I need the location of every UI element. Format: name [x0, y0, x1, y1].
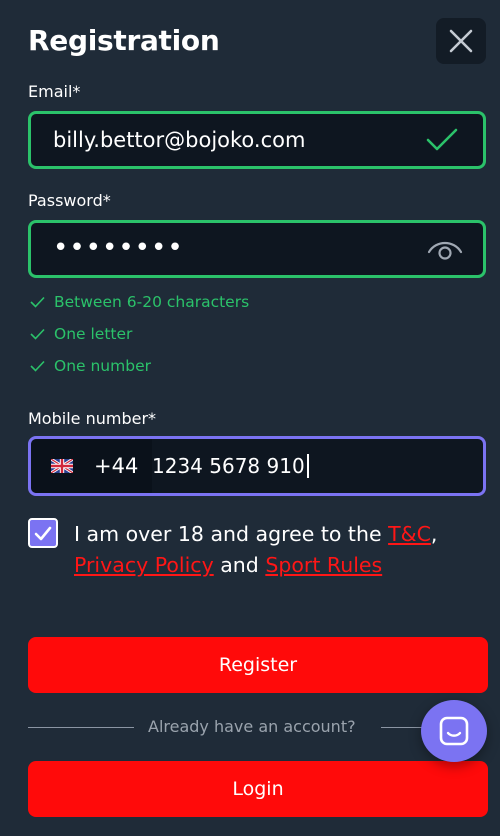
tc-link[interactable]: T&C	[388, 522, 431, 546]
close-button[interactable]	[436, 18, 486, 64]
chat-button[interactable]	[421, 700, 487, 762]
password-rule-letter: One letter	[30, 325, 132, 343]
password-rule-number: One number	[30, 357, 151, 375]
mobile-field[interactable]: +44 1234 5678 910	[28, 436, 486, 496]
password-label: Password*	[28, 191, 111, 210]
close-icon	[449, 29, 473, 53]
check-icon	[30, 296, 45, 308]
rule-text: Between 6-20 characters	[54, 293, 250, 311]
email-field[interactable]: billy.bettor@bojoko.com	[28, 111, 486, 169]
check-icon	[30, 360, 45, 372]
page-title: Registration	[28, 24, 220, 57]
uk-flag-icon	[51, 459, 73, 473]
agreement-text: I am over 18 and agree to the T&C, Priva…	[74, 519, 484, 581]
privacy-policy-link[interactable]: Privacy Policy	[74, 553, 214, 577]
chat-icon	[439, 716, 469, 746]
email-value: billy.bettor@bojoko.com	[53, 128, 306, 152]
login-button[interactable]: Login	[28, 761, 488, 817]
check-icon	[34, 526, 52, 540]
phone-input[interactable]: 1234 5678 910	[152, 454, 309, 478]
dial-code: +44	[94, 454, 139, 478]
rule-text: One letter	[54, 325, 133, 343]
country-selector[interactable]: +44	[31, 439, 152, 493]
divider-line-left	[28, 727, 134, 728]
agreement-text-before: I am over 18 and agree to the	[74, 522, 389, 546]
register-button[interactable]: Register	[28, 637, 488, 693]
agree-checkbox[interactable]	[28, 518, 58, 548]
password-field[interactable]: ••••••••	[28, 220, 486, 278]
agreement-and: and	[213, 553, 266, 577]
sport-rules-link[interactable]: Sport Rules	[265, 553, 382, 577]
email-label: Email*	[28, 82, 81, 101]
check-icon	[426, 128, 458, 151]
password-value: ••••••••	[53, 233, 184, 263]
agreement-comma: ,	[430, 522, 438, 546]
rule-text: One number	[54, 357, 151, 375]
divider-text: Already have an account?	[148, 717, 356, 736]
header: Registration	[28, 18, 486, 66]
password-rule-length: Between 6-20 characters	[30, 293, 249, 311]
check-icon	[30, 328, 45, 340]
eye-icon[interactable]	[427, 237, 463, 261]
mobile-label: Mobile number*	[28, 409, 157, 428]
